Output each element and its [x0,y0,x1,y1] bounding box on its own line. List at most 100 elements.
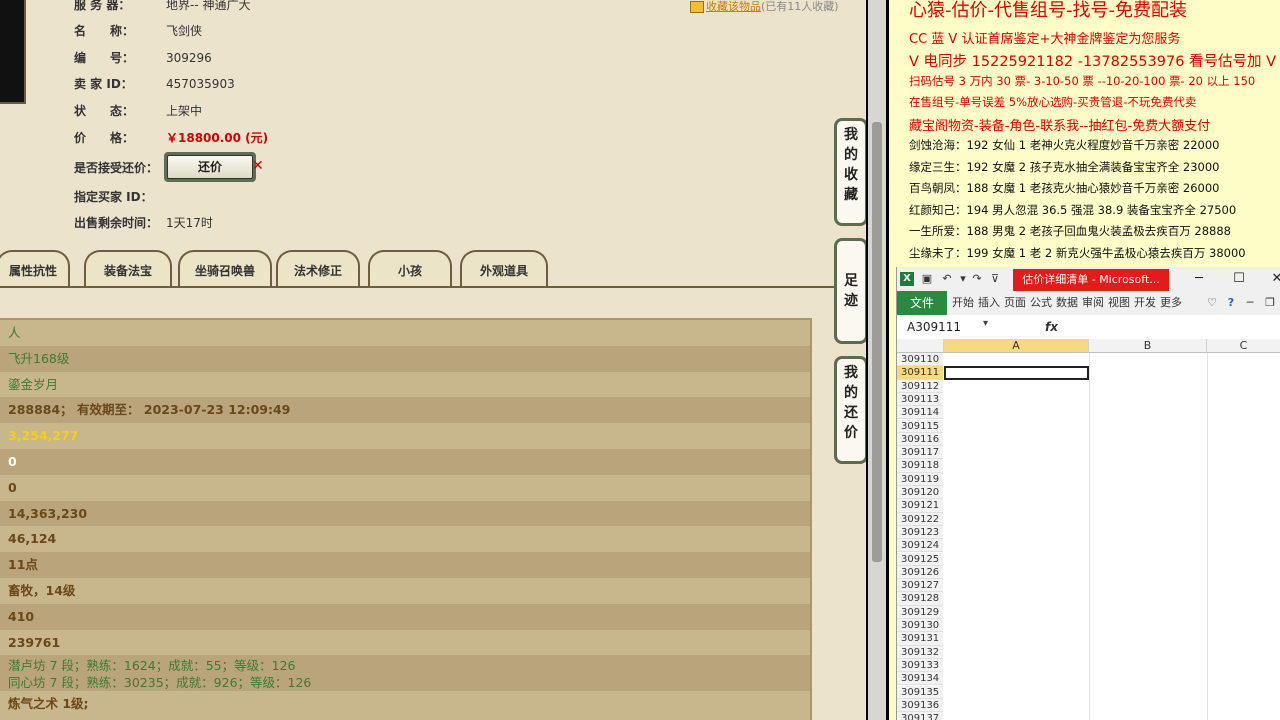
list-item: 46,124 [8,531,57,547]
name-row: 名 称： 飞剑侠 [74,20,202,42]
promo-listing: 缘定三生：192 女魔 2 孩子克水抽全满装备宝宝齐全 23000 [909,160,1220,174]
ribbon-collapse-icon[interactable]: ♡ [1205,291,1219,315]
counter-label: 是否接受还价： [74,161,159,175]
row-header[interactable]: 309113 [897,392,943,407]
ribbon-tab-insert[interactable]: 插入 [977,291,1001,315]
save-icon[interactable]: ▣ [921,272,933,286]
excel-ribbon: 文件 开始 插入 页面 公式 数据 审阅 视图 开发 更多 ♡ ? ─ ❐ [897,291,1280,316]
close-icon[interactable]: ✕ [252,158,264,174]
close-icon[interactable]: ✕ [1263,269,1280,289]
row-header[interactable]: 309128 [897,592,943,606]
name-box-dropdown-icon[interactable]: ▾ [983,318,988,329]
promo-listing: 剑蚀沧海：192 女仙 1 老神火克火程度妙音千万亲密 22000 [909,138,1220,152]
row-header[interactable]: 309112 [897,379,943,393]
row-header[interactable]: 309116 [897,432,943,447]
row-header[interactable]: 309132 [897,645,943,659]
name-label: 名 称： [74,24,135,38]
column-header-c[interactable]: C [1207,339,1280,353]
row-header[interactable]: 309135 [897,685,943,699]
row-header[interactable]: 309114 [897,406,943,420]
row-header[interactable]: 309118 [897,459,943,473]
ribbon-tab-page[interactable]: 页面 [1003,291,1027,315]
row-header[interactable]: 309110 [897,353,943,367]
row-header[interactable]: 309115 [897,419,943,433]
row-header[interactable]: 309121 [897,499,943,513]
promo-line: 藏宝阁物资-装备-角色-联系我--抽红包-免费大额支付 [909,119,1211,134]
row-header[interactable]: 309126 [897,565,943,580]
price-value: ￥18800.00 (元) [166,131,269,145]
status-label: 状 态： [74,104,135,118]
list-item: 239761 [8,634,61,650]
side-button-char: 足 [844,273,858,289]
dropdown-icon[interactable]: ▾ [957,272,969,286]
server-row: 服 务 器： 地界-- 神通广大 [74,0,250,16]
footprints-button[interactable]: 足 迹 [834,238,866,344]
row-header[interactable]: 309134 [897,672,943,686]
row-header[interactable]: 309137 [897,712,943,720]
tab-spells[interactable]: 法术修正 [276,250,360,286]
column-header-a[interactable]: A [944,339,1089,353]
excel-window: X ▣ ↶ ▾ ↷ ⊽ 估价详细清单 - Microsoft... ─ ☐ ✕ … [896,267,1280,720]
row-header[interactable]: 309125 [897,552,943,566]
ribbon-restore-icon[interactable]: ❐ [1263,291,1277,315]
row-header[interactable]: 309129 [897,605,943,619]
row-header[interactable]: 309131 [897,632,943,646]
number-row: 编 号： 309296 [74,47,212,69]
tab-children[interactable]: 小孩 [368,250,452,286]
tab-attributes[interactable]: 属性抗性 [0,250,70,286]
list-item: 畜牧，14级 [8,582,76,598]
item-detail-panel: 服 务 器： 地界-- 神通广大 名 称： 飞剑侠 编 号： 309296 卖 家 I… [0,0,866,720]
row-header[interactable]: 309127 [897,579,943,593]
tab-appearance[interactable]: 外观道具 [460,250,548,286]
tab-mounts-pets[interactable]: 坐骑召唤兽 [178,250,272,286]
undo-icon[interactable]: ↶ [941,272,953,286]
column-header-b[interactable]: B [1089,339,1207,353]
number-value: 309296 [166,51,212,65]
row-header[interactable]: 309111 [897,366,943,380]
row-header[interactable]: 309124 [897,539,943,553]
my-counter-offers-button[interactable]: 我 的 还 价 [834,356,866,464]
active-cell[interactable] [944,366,1089,380]
list-item-line: 同心坊 7 段；熟练：30235；成就：926；等级：126 [8,675,312,691]
help-icon[interactable]: ? [1223,291,1239,315]
counter-offer-button[interactable]: 还价 [164,152,256,182]
ribbon-tab-view[interactable]: 视图 [1107,291,1131,315]
promo-listing: 红颜知己：194 男人忽混 36.5 强混 38.9 装备宝宝齐全 27500 [909,203,1237,217]
maximize-icon[interactable]: ☐ [1225,269,1253,289]
ribbon-tab-review[interactable]: 审阅 [1081,291,1105,315]
ribbon-tab-home[interactable]: 开始 [951,291,975,315]
list-item: 11点 [0,552,810,578]
row-header[interactable]: 309122 [897,512,943,526]
buyer-label: 指定买家 ID： [74,190,153,204]
tab-equipment[interactable]: 装备法宝 [84,250,172,286]
formula-bar: A309111 ▾ fx [897,315,1280,340]
row-header[interactable]: 309130 [897,619,943,633]
ribbon-tab-developer[interactable]: 开发 [1133,291,1157,315]
name-box[interactable]: A309111 [907,318,989,336]
row-header[interactable]: 309117 [897,446,943,460]
ribbon-tab-more[interactable]: 更多 [1159,291,1183,315]
my-favorites-button[interactable]: 我 的 收 藏 [834,118,866,226]
row-header[interactable]: 309119 [897,472,943,486]
fx-icon[interactable]: fx [1045,318,1061,336]
redo-icon[interactable]: ↷ [971,272,983,286]
promo-line: CC 蓝 V 认证首席鉴定+大神金牌鉴定为您服务 [909,32,1181,47]
row-header[interactable]: 309120 [897,486,943,500]
row-header[interactable]: 309136 [897,698,943,713]
ribbon-tab-formulas[interactable]: 公式 [1029,291,1053,315]
ribbon-tab-data[interactable]: 数据 [1055,291,1079,315]
promo-line: V 电同步 15225921182 -13782553976 看号估号加 V [909,54,1277,70]
ribbon-minimize-icon[interactable]: ─ [1243,291,1257,315]
scrollbar-thumb[interactable] [872,122,882,562]
minimize-icon[interactable]: ─ [1185,269,1213,289]
favorite-link[interactable]: 收藏该物品(已有11人收藏) [690,0,839,14]
row-header[interactable]: 309123 [897,525,943,540]
row-header[interactable]: 309133 [897,658,943,673]
spreadsheet-grid[interactable]: A B C 309110 309111 309112 309113 309114 3091… [897,339,1280,720]
favorite-link-label[interactable]: 收藏该物品 [706,0,761,13]
buyer-row: 指定买家 ID： [74,186,166,208]
customize-icon[interactable]: ⊽ [989,272,1001,286]
select-all-corner[interactable] [897,339,944,353]
side-button-char: 还 [844,405,858,421]
file-tab[interactable]: 文件 [897,291,947,315]
